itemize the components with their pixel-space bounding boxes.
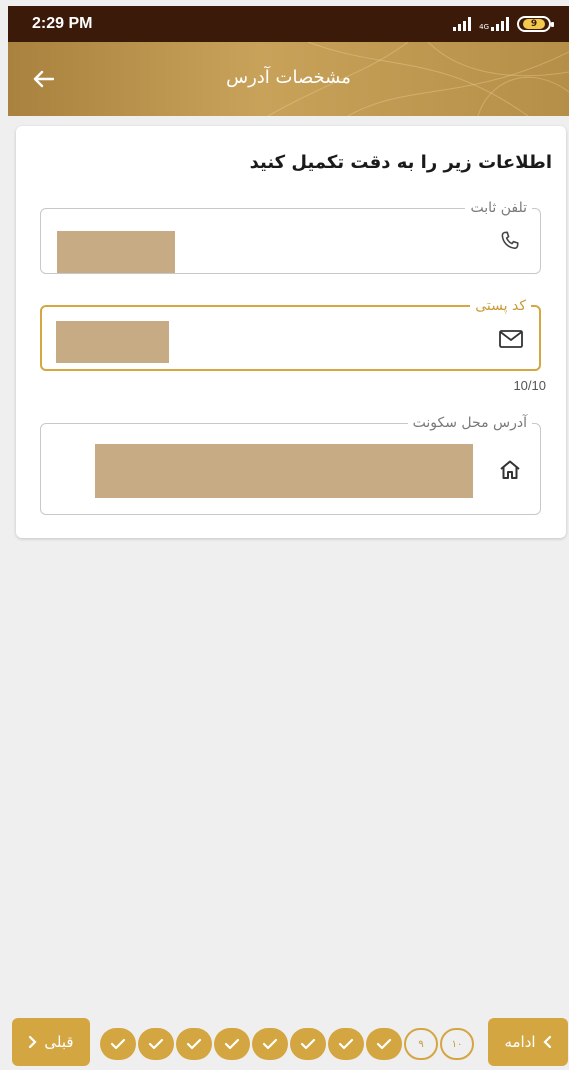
next-button[interactable]: ادامه [488,1018,568,1066]
page-title: مشخصات آدرس [226,67,351,88]
postal-code-input[interactable] [56,321,169,363]
step-8-complete-icon [366,1028,402,1060]
step-progress: ۹ ۱۰ [100,1028,474,1060]
status-icons: 4G 9 [453,12,554,36]
landline-field[interactable]: تلفن ثابت [40,198,541,274]
step-5-complete-icon [252,1028,288,1060]
bottom-nav: قبلی ۹ ۱۰ ادامه [8,1010,569,1070]
mail-icon [497,325,525,353]
battery-level: 9 [523,19,545,29]
step-9-number: ۹ [418,1038,424,1050]
postal-code-field[interactable]: کد پستی [40,296,541,371]
step-10-number: ۱۰ [451,1038,463,1050]
battery-icon: 9 [517,16,554,32]
address-input[interactable] [95,444,473,498]
step-9: ۹ [404,1028,438,1060]
step-2-complete-icon [138,1028,174,1060]
address-label: آدرس محل سکونت [407,413,532,433]
status-time: 2:29 PM [32,15,93,32]
step-10: ۱۰ [440,1028,474,1060]
network-label: 4G [479,23,489,31]
address-form-card: اطلاعات زیر را به دقت تکمیل کنید تلفن ثا… [16,126,566,538]
postal-code-counter: 10/10 [513,378,546,393]
landline-label: تلفن ثابت [465,198,532,218]
signal-4g-icon: 4G [479,17,509,31]
step-3-complete-icon [176,1028,212,1060]
chevron-right-icon [29,1035,37,1049]
phone-icon [496,227,524,255]
signal-icon [453,17,472,31]
step-1-complete-icon [100,1028,136,1060]
step-4-complete-icon [214,1028,250,1060]
form-instruction: اطلاعات زیر را به دقت تکمیل کنید [249,152,552,173]
step-6-complete-icon [290,1028,326,1060]
previous-button[interactable]: قبلی [12,1018,90,1066]
chevron-left-icon [542,1035,551,1049]
status-bar: 2:29 PM 4G 9 [8,6,569,42]
postal-code-label: کد پستی [470,296,531,316]
next-label: ادامه [504,1033,536,1051]
step-7-complete-icon [328,1028,364,1060]
app-bar: مشخصات آدرس [8,42,569,116]
address-field[interactable]: آدرس محل سکونت [40,413,541,515]
home-icon [496,456,524,484]
previous-label: قبلی [44,1033,74,1051]
landline-input[interactable] [57,231,175,273]
